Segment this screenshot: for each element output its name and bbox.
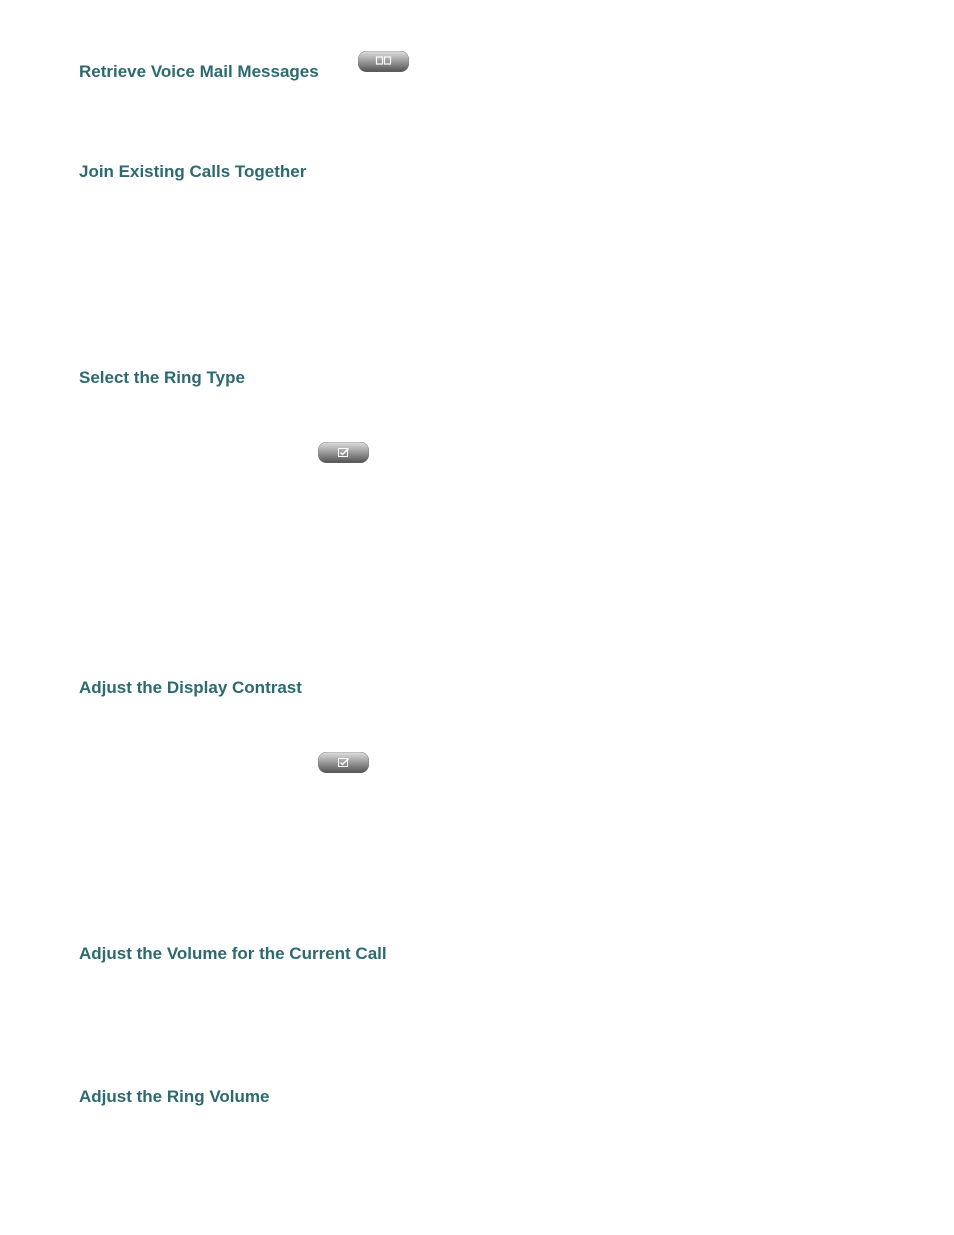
heading-adjust-contrast: Adjust the Display Contrast xyxy=(79,678,302,698)
heading-adjust-ring-volume: Adjust the Ring Volume xyxy=(79,1087,269,1107)
check-icon xyxy=(318,752,369,773)
heading-join-calls: Join Existing Calls Together xyxy=(79,162,306,182)
check-icon xyxy=(318,442,369,463)
heading-adjust-volume-call: Adjust the Volume for the Current Call xyxy=(79,944,387,964)
book-icon-button xyxy=(358,51,409,72)
heading-retrieve-voicemail: Retrieve Voice Mail Messages xyxy=(79,62,319,82)
check-icon-button-1 xyxy=(318,442,369,463)
book-icon xyxy=(358,51,409,72)
check-icon-button-2 xyxy=(318,752,369,773)
heading-select-ring-type: Select the Ring Type xyxy=(79,368,245,388)
